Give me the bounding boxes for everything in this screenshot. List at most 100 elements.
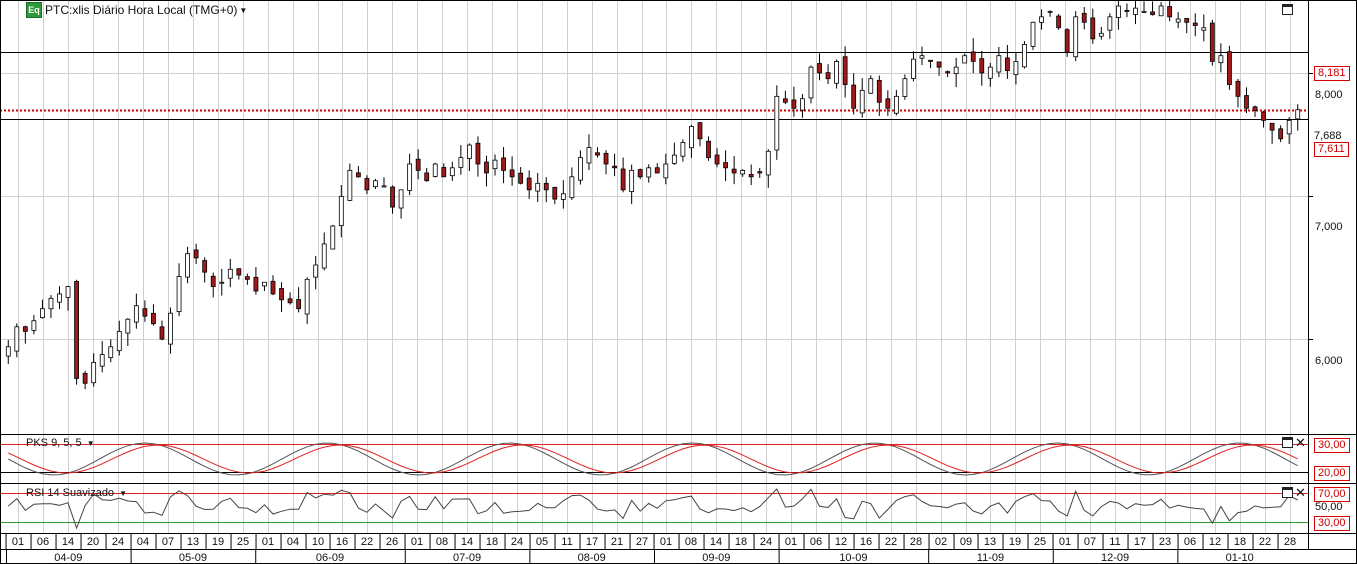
day-label: 17 bbox=[1134, 536, 1146, 548]
price-tick-label: 7,000 bbox=[1315, 221, 1343, 233]
candle-body bbox=[987, 66, 993, 79]
day-label: 14 bbox=[461, 536, 473, 548]
candle-body bbox=[133, 305, 139, 323]
pks-dropdown-icon[interactable]: ▼ bbox=[87, 439, 95, 448]
candle-body bbox=[99, 354, 105, 367]
candle-body bbox=[1107, 16, 1113, 31]
chart-title: PTC:xlis Diário Hora Local (TMG+0) bbox=[45, 3, 238, 17]
price-pane-maximize-icon[interactable] bbox=[1282, 4, 1293, 15]
chart-grid bbox=[0, 0, 1308, 533]
price-tick-label: 8,000 bbox=[1315, 89, 1343, 101]
pks-level-lower: 20,00 bbox=[1314, 466, 1350, 481]
day-label: 12 bbox=[835, 536, 847, 548]
candle-body bbox=[945, 71, 951, 74]
day-label: 20 bbox=[87, 536, 99, 548]
candle-body bbox=[1004, 57, 1010, 71]
candle-body bbox=[82, 372, 88, 384]
candle-body bbox=[1184, 18, 1190, 23]
candle-body bbox=[518, 172, 524, 184]
candle-body bbox=[304, 278, 310, 315]
candle-body bbox=[227, 268, 233, 279]
pks-d-line bbox=[8, 444, 1298, 474]
day-label: 08 bbox=[436, 536, 448, 548]
candle-body bbox=[1064, 29, 1070, 53]
day-label: 19 bbox=[212, 536, 224, 548]
title-dropdown-icon[interactable]: ▼ bbox=[239, 6, 247, 15]
candle-body bbox=[125, 318, 131, 334]
month-label: 10-09 bbox=[839, 552, 867, 564]
candle-body bbox=[928, 59, 933, 62]
day-label: 26 bbox=[386, 536, 398, 548]
candle-body bbox=[1133, 7, 1138, 15]
candle-body bbox=[936, 61, 942, 68]
candle-body bbox=[279, 288, 284, 301]
candle-body bbox=[970, 51, 976, 62]
day-label: 23 bbox=[1159, 536, 1171, 548]
rsi-level-lower: 30,00 bbox=[1314, 516, 1350, 531]
candle-body bbox=[48, 297, 54, 310]
candle-body bbox=[953, 66, 959, 75]
pks-pane-label-wrap: PKS 9, 5, 5 ▼ bbox=[26, 437, 95, 449]
candle-body bbox=[31, 320, 37, 331]
day-label: 24 bbox=[511, 536, 523, 548]
candle-body bbox=[620, 168, 626, 191]
candle-body bbox=[296, 299, 302, 310]
candle-body bbox=[629, 169, 635, 192]
candle-body bbox=[347, 169, 353, 201]
rsi-pane-close-icon[interactable]: ✕ bbox=[1295, 486, 1306, 499]
candle-body bbox=[424, 172, 430, 182]
day-label: 16 bbox=[860, 536, 872, 548]
pks-pane-maximize-icon[interactable] bbox=[1282, 437, 1293, 448]
candle-body bbox=[415, 158, 421, 171]
candle-body bbox=[808, 66, 814, 99]
day-label: 01 bbox=[12, 536, 24, 548]
candle-body bbox=[270, 280, 276, 295]
day-label: 02 bbox=[935, 536, 947, 548]
candle-body bbox=[1022, 44, 1027, 68]
candle-body bbox=[543, 182, 549, 191]
pks-pane-close-icon[interactable]: ✕ bbox=[1295, 436, 1306, 449]
candle-body bbox=[1244, 95, 1249, 109]
candle-body bbox=[714, 154, 720, 165]
candle-body bbox=[1218, 55, 1224, 64]
candle-body bbox=[535, 182, 541, 192]
candle-body bbox=[817, 63, 822, 74]
candle-body bbox=[868, 78, 874, 94]
rsi-dropdown-icon[interactable]: ▼ bbox=[119, 489, 127, 498]
month-label: 05-09 bbox=[179, 552, 207, 564]
candle-body bbox=[355, 172, 361, 178]
candle-body bbox=[458, 157, 464, 168]
candle-body bbox=[151, 312, 156, 325]
candle-body bbox=[1235, 80, 1241, 97]
day-label: 07 bbox=[162, 536, 174, 548]
candle-body bbox=[373, 180, 378, 188]
rsi-pane-maximize-icon[interactable] bbox=[1282, 487, 1293, 498]
pks-level-upper: 30,00 bbox=[1314, 438, 1350, 453]
month-label: 01-10 bbox=[1226, 552, 1254, 564]
candle-body bbox=[740, 169, 746, 175]
stock-chart: 01 06 14 20 24 04 07 13 19 25 01 04 10 16 22 26 01 08 14 18… bbox=[0, 0, 1357, 564]
day-label: 06 bbox=[1184, 536, 1196, 548]
day-label: 18 bbox=[1234, 536, 1246, 548]
candle-body bbox=[398, 189, 404, 209]
candle-body bbox=[467, 144, 472, 159]
candle-body bbox=[1073, 16, 1079, 58]
candle-body bbox=[185, 253, 190, 278]
candle-body bbox=[57, 293, 62, 303]
day-label: 05 bbox=[536, 536, 548, 548]
candle-body bbox=[603, 152, 609, 165]
day-label: 22 bbox=[361, 536, 373, 548]
candle-body bbox=[262, 281, 267, 287]
rsi-level-upper: 70,00 bbox=[1314, 487, 1350, 502]
day-label: 28 bbox=[910, 536, 922, 548]
candle-body bbox=[390, 186, 395, 208]
pks-pane-label: PKS 9, 5, 5 bbox=[26, 437, 82, 449]
candle-body bbox=[1286, 119, 1292, 135]
candle-body bbox=[5, 346, 11, 357]
day-label: 18 bbox=[735, 536, 747, 548]
candle-body bbox=[116, 330, 122, 352]
candle-body bbox=[1090, 17, 1096, 40]
candle-body bbox=[893, 95, 899, 114]
candle-body bbox=[834, 61, 839, 84]
day-label: 11 bbox=[1109, 536, 1120, 548]
